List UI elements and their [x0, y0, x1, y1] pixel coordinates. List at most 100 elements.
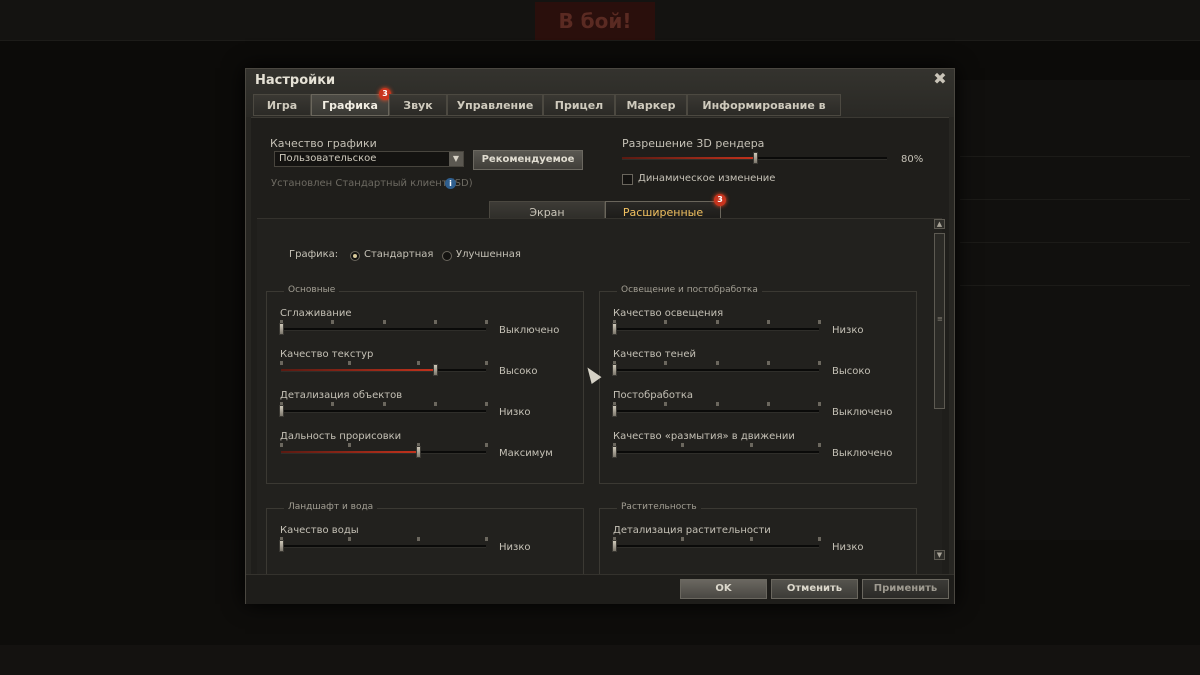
slider-tick	[681, 443, 685, 447]
slider-tick	[382, 320, 386, 324]
slider-track	[281, 328, 486, 331]
radio-improved-label: Улучшенная	[456, 249, 521, 260]
radio-standard[interactable]	[350, 251, 360, 261]
slider-thumb[interactable]	[612, 540, 617, 552]
setting-label: Детализация объектов	[280, 390, 403, 401]
bg-divider	[960, 156, 1190, 157]
slider-tick	[433, 320, 437, 324]
dynamic-resolution-checkbox[interactable]	[622, 174, 633, 185]
slider-tick	[681, 537, 685, 541]
setting-slider[interactable]	[279, 402, 488, 419]
setting-label: Качество «размытия» в движении	[613, 431, 795, 442]
slider-tick	[485, 361, 488, 365]
render-resolution-slider[interactable]	[622, 150, 887, 166]
setting-slider[interactable]	[612, 443, 821, 460]
slider-tick	[766, 320, 770, 324]
slider-tick	[664, 361, 668, 365]
setting-slider[interactable]	[279, 320, 488, 337]
scrollbar[interactable]: ▲ ≡ ▼	[934, 219, 946, 564]
setting-slider[interactable]	[612, 320, 821, 337]
setting-label: Детализация растительности	[613, 525, 771, 536]
scrollbar-thumb[interactable]: ≡	[934, 233, 945, 409]
apply-button[interactable]: Применить	[862, 579, 949, 599]
slider-thumb[interactable]	[752, 152, 758, 164]
setting-value: Низко	[832, 325, 864, 336]
scroll-up-icon[interactable]: ▲	[934, 219, 945, 229]
setting-slider[interactable]	[612, 361, 821, 378]
slider-tick	[485, 320, 488, 324]
close-icon[interactable]: ✖	[932, 71, 948, 87]
slider-tick	[348, 443, 352, 447]
radio-improved[interactable]	[442, 251, 452, 261]
subtab-advanced-badge: 3	[714, 194, 726, 206]
recommended-button[interactable]: Рекомендуемое	[473, 150, 583, 170]
tab-battle-info[interactable]: Информирование в бою	[687, 94, 841, 134]
slider-tick	[818, 320, 821, 324]
slider-thumb[interactable]	[612, 446, 617, 458]
battle-button[interactable]: В бой!	[535, 2, 655, 40]
slider-thumb[interactable]	[279, 540, 284, 552]
dialog-footer: OK Отменить Применить	[246, 574, 954, 604]
radio-standard-label: Стандартная	[364, 249, 434, 260]
quality-select[interactable]: Пользовательское ▼	[274, 151, 464, 167]
slider-tick	[766, 402, 770, 406]
scroll-down-icon[interactable]: ▼	[934, 550, 945, 560]
slider-tick	[664, 320, 668, 324]
bg-divider	[960, 285, 1190, 286]
dialog-title: Настройки	[255, 73, 336, 88]
slider-track	[614, 328, 819, 331]
slider-tick	[485, 443, 488, 447]
slider-tick	[331, 402, 335, 406]
slider-tick	[818, 537, 821, 541]
bg-divider	[960, 199, 1190, 200]
setting-slider[interactable]	[612, 402, 821, 419]
setting-slider[interactable]	[612, 537, 821, 554]
slider-thumb[interactable]	[612, 323, 617, 335]
tab-controls[interactable]: Управление	[447, 94, 543, 116]
tab-sound[interactable]: Звук	[389, 94, 447, 116]
slider-track	[281, 410, 486, 413]
tab-game[interactable]: Игра	[253, 94, 311, 116]
tab-sight[interactable]: Прицел	[543, 94, 615, 116]
setting-value: Выключено	[832, 407, 893, 418]
group-basic: Основные Сглаживание Выключено Качество те…	[266, 285, 584, 484]
slider-thumb[interactable]	[279, 323, 284, 335]
tab-graphics[interactable]: Графика	[311, 94, 389, 116]
slider-tick	[280, 361, 283, 365]
slider-tick	[485, 402, 488, 406]
slider-fill	[622, 157, 755, 159]
setting-slider[interactable]	[280, 443, 488, 460]
slider-thumb[interactable]	[416, 446, 422, 458]
settings-scroll-area: Графика: Стандартная Улучшенная Основные…	[257, 218, 942, 576]
quality-label: Качество графики	[270, 137, 377, 150]
slider-tick	[818, 361, 821, 365]
dropdown-arrow-icon[interactable]: ▼	[449, 152, 463, 166]
slider-track	[614, 545, 819, 548]
slider-thumb[interactable]	[432, 364, 438, 376]
slider-track	[614, 451, 819, 454]
tab-marker[interactable]: Маркер	[615, 94, 687, 116]
slider-thumb[interactable]	[279, 405, 284, 417]
slider-tick	[715, 361, 719, 365]
setting-label: Качество воды	[280, 525, 359, 536]
dialog-header: Настройки ✖ Игра Графика 3 Звук Управлен…	[246, 69, 954, 134]
slider-tick	[749, 443, 753, 447]
slider-tick	[416, 361, 420, 365]
game-bottom-bar	[0, 645, 1200, 675]
info-icon[interactable]: i	[445, 178, 456, 189]
ok-button[interactable]: OK	[680, 579, 767, 599]
setting-label: Дальность прорисовки	[280, 431, 402, 442]
setting-slider[interactable]	[279, 537, 488, 554]
cancel-button[interactable]: Отменить	[771, 579, 858, 599]
slider-fill	[281, 369, 435, 371]
setting-label: Сглаживание	[280, 308, 352, 319]
setting-value: Низко	[499, 542, 531, 553]
slider-thumb[interactable]	[612, 364, 617, 376]
group-lighting-title: Освещение и постобработка	[617, 285, 762, 295]
slider-track	[614, 369, 819, 372]
slider-tick	[280, 443, 283, 447]
slider-tick	[818, 443, 821, 447]
slider-tick	[818, 402, 821, 406]
setting-slider[interactable]	[280, 361, 488, 378]
slider-thumb[interactable]	[612, 405, 617, 417]
